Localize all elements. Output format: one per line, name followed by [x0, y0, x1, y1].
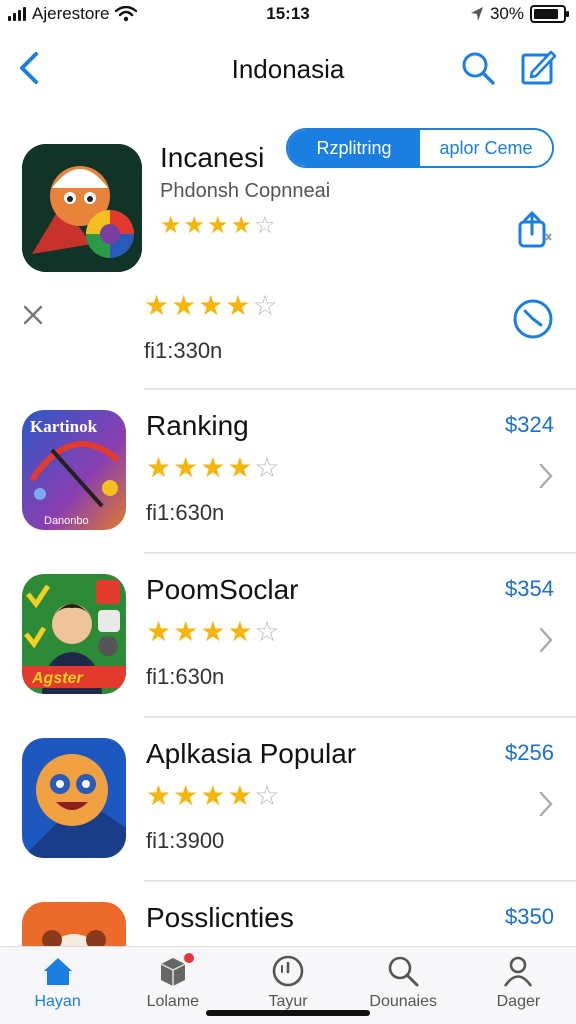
- app-rating: ★★★★☆: [146, 782, 280, 810]
- tab-bar: Hayan Lolame Tayur Dounaies Dager: [0, 946, 576, 1024]
- status-bar: Ajerestore 15:13 30%: [0, 0, 576, 30]
- tab-label: Tayur: [268, 993, 308, 1010]
- star-filled-icon: ★: [173, 452, 199, 483]
- ranking-app-icon[interactable]: Kartinok Danonbo: [22, 410, 126, 530]
- divider: [144, 552, 576, 554]
- location-icon: [470, 7, 483, 21]
- home-indicator: [206, 1010, 370, 1016]
- star-filled-icon: ★: [173, 780, 199, 811]
- star-filled-icon: ★: [200, 616, 226, 647]
- app-name: PoomSoclar: [146, 574, 299, 605]
- star-filled-icon: ★: [230, 212, 253, 239]
- featured-subtitle: Phdonsh Copnneai: [160, 180, 331, 202]
- star-filled-icon: ★: [144, 290, 170, 321]
- featured-app[interactable]: Incanesi Phdonsh Copnneai ★ ★ ★ ★ ☆ Rzplitri…: [0, 128, 576, 388]
- battery-fill: [534, 9, 558, 19]
- tab-label: Lolame: [146, 993, 200, 1010]
- star-filled-icon: ★: [160, 212, 182, 239]
- star-filled-icon: ★: [227, 452, 253, 483]
- star-filled-icon: ★: [183, 212, 206, 239]
- aplkasia-popular-app-icon[interactable]: [22, 738, 126, 858]
- tab-label: Hayan: [34, 993, 81, 1010]
- tab-dager[interactable]: Dager: [461, 947, 576, 1024]
- tab-label: Dounaies: [369, 993, 438, 1010]
- star-filled-icon: ★: [227, 780, 253, 811]
- chevron-right-icon[interactable]: [538, 626, 554, 654]
- timer-icon: [272, 955, 304, 987]
- chevron-right-icon[interactable]: [538, 790, 554, 818]
- svg-text:Kartinok: Kartinok: [30, 417, 98, 436]
- segment-rzplitring[interactable]: Rzplitring: [288, 130, 420, 166]
- search-icon: [388, 956, 419, 987]
- star-empty-icon: ☆: [252, 290, 278, 321]
- star-empty-icon: ☆: [254, 780, 280, 811]
- divider: [144, 388, 576, 390]
- app-rating: ★★★★☆: [146, 454, 280, 482]
- app-count: fi1:630n: [146, 500, 225, 525]
- featured-rating-large: ★ ★ ★ ★ ☆: [144, 292, 278, 320]
- chevron-right-icon[interactable]: [538, 462, 554, 490]
- star-filled-icon: ★: [173, 616, 199, 647]
- list-item[interactable]: Aplkasia Popular $256 ★ ★ ★ ★ ☆ fi1:3900: [0, 716, 576, 880]
- star-empty-icon: ☆: [254, 452, 280, 483]
- list-item[interactable]: Kartinok Danonbo Ranking $324 ★ ★ ★ ★ ☆ fi1:…: [0, 388, 576, 552]
- status-right: 30%: [470, 4, 569, 24]
- star-filled-icon: ★: [200, 452, 226, 483]
- star-filled-icon: ★: [146, 452, 172, 483]
- nav-bar: Indonasia: [0, 40, 576, 96]
- search-icon[interactable]: [460, 50, 496, 86]
- compose-icon[interactable]: [520, 50, 556, 86]
- tab-hayan[interactable]: Hayan: [0, 947, 115, 1024]
- app-price[interactable]: $324: [505, 412, 554, 438]
- star-filled-icon: ★: [146, 616, 172, 647]
- star-empty-icon: ☆: [254, 212, 276, 239]
- featured-app-icon[interactable]: [22, 144, 142, 272]
- featured-count: fi1:330n: [144, 338, 223, 363]
- clock-icon[interactable]: [512, 298, 554, 340]
- app-price[interactable]: $256: [505, 740, 554, 766]
- star-empty-icon: ☆: [254, 616, 280, 647]
- divider: [144, 716, 576, 718]
- notification-badge: [184, 953, 195, 963]
- star-filled-icon: ★: [225, 290, 251, 321]
- tab-label: Dager: [496, 993, 541, 1010]
- close-icon[interactable]: [22, 304, 44, 326]
- divider: [144, 880, 576, 882]
- share-icon[interactable]: [512, 210, 554, 252]
- app-name: Posslicnties: [146, 902, 294, 933]
- featured-rating: ★ ★ ★ ★ ☆: [160, 214, 276, 238]
- star-filled-icon: ★: [171, 290, 197, 321]
- star-filled-icon: ★: [207, 212, 229, 239]
- star-filled-icon: ★: [200, 780, 226, 811]
- home-icon: [43, 958, 72, 985]
- featured-title: Incanesi: [160, 142, 265, 173]
- app-name: Aplkasia Popular: [146, 738, 357, 769]
- battery-percent: 30%: [489, 4, 524, 23]
- star-filled-icon: ★: [227, 616, 253, 647]
- person-icon: [504, 956, 533, 987]
- star-filled-icon: ★: [198, 290, 224, 321]
- app-count: fi1:3900: [146, 828, 225, 853]
- segment-aplor-ceme[interactable]: aplor Ceme: [420, 130, 552, 166]
- svg-text:Agster: Agster: [31, 670, 83, 687]
- battery-icon: [530, 5, 569, 23]
- app-count: fi1:630n: [146, 664, 225, 689]
- star-filled-icon: ★: [146, 780, 172, 811]
- app-name: Ranking: [146, 410, 249, 441]
- segmented-control: Rzplitring aplor Ceme: [286, 128, 554, 168]
- app-rating: ★★★★☆: [146, 618, 280, 646]
- list-item[interactable]: Agster PoomSoclar $354 ★ ★ ★ ★ ☆ fi1:630n: [0, 552, 576, 716]
- app-price[interactable]: $354: [505, 576, 554, 602]
- poomsoclar-app-icon[interactable]: Agster: [22, 574, 126, 694]
- svg-text:Danonbo: Danonbo: [44, 515, 89, 527]
- app-price[interactable]: $350: [505, 904, 554, 930]
